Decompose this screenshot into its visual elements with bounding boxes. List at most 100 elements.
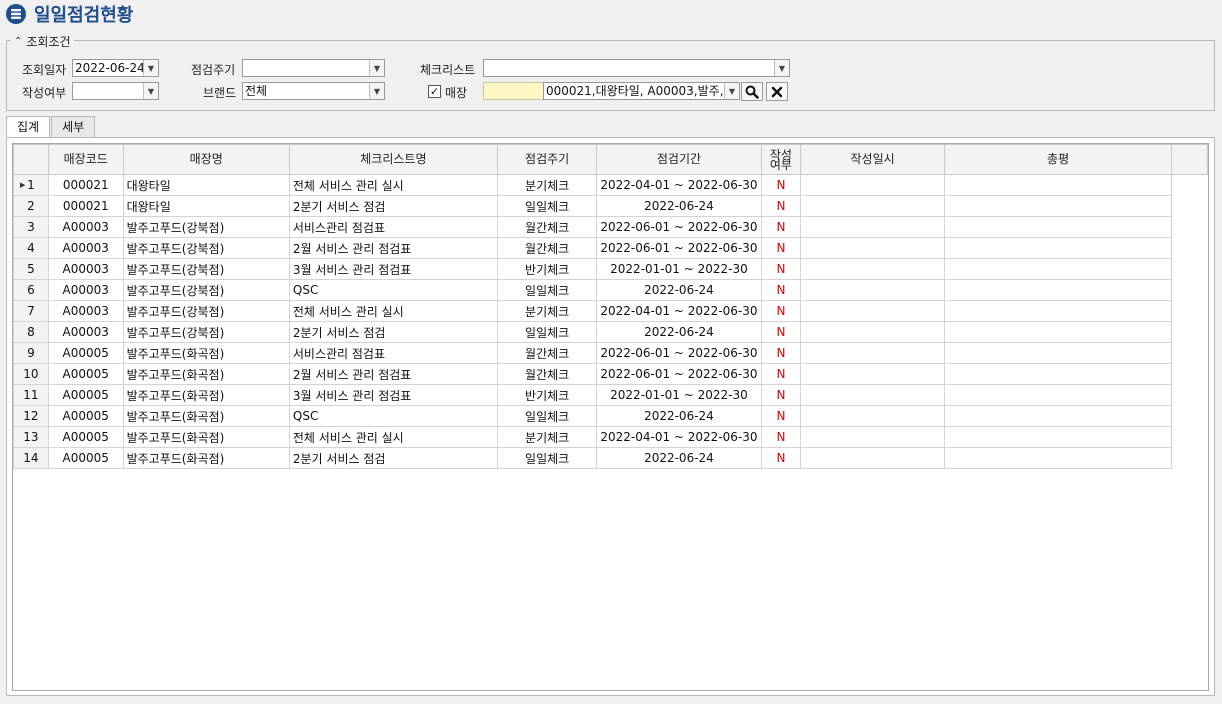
written-at-cell[interactable] (800, 426, 945, 448)
checklist-name-cell[interactable]: 전체 서비스 관리 실시 (288, 174, 498, 196)
cycle-cell[interactable]: 일일체크 (496, 195, 598, 217)
period-cell[interactable]: 2022-04-01 ~ 2022-06-30 (596, 426, 762, 448)
summary-grid[interactable]: 매장코드 매장명 체크리스트명 점검주기 점검기간 작성여부 작성일시 총평 ▶… (12, 143, 1209, 691)
written-at-cell[interactable] (800, 342, 945, 364)
checklist-name-cell[interactable]: 2분기 서비스 점검 (288, 321, 498, 343)
review-cell[interactable] (943, 447, 1173, 469)
store-code-cell[interactable]: 000021 (47, 195, 124, 217)
store-name-cell[interactable]: 발주고푸드(화곡점) (122, 405, 290, 427)
store-code-cell[interactable]: A00005 (47, 384, 124, 406)
store-checkbox[interactable]: ✓ (428, 85, 441, 98)
row-number-cell[interactable]: 10 (13, 363, 49, 385)
row-number-cell[interactable]: 11 (13, 384, 49, 406)
store-name-cell[interactable]: 발주고푸드(화곡점) (122, 426, 290, 448)
table-row[interactable]: 9 A00005 발주고푸드(화곡점) 서비스관리 점검표 월간체크 2022-06-01… (13, 342, 1208, 364)
period-cell[interactable]: 2022-06-01 ~ 2022-06-30 (596, 216, 762, 238)
written-at-cell[interactable] (800, 258, 945, 280)
table-row[interactable]: 8 A00003 발주고푸드(강북점) 2분기 서비스 점검 일일체크 2022-06-2… (13, 321, 1208, 343)
checklist-name-cell[interactable]: 3월 서비스 관리 점검표 (288, 258, 498, 280)
written-flag-cell[interactable]: N (760, 258, 802, 280)
chevron-down-icon[interactable]: ▼ (143, 60, 158, 76)
written-flag-cell[interactable]: N (760, 426, 802, 448)
chevron-down-icon[interactable]: ▼ (369, 60, 384, 76)
checklist-name-cell[interactable]: 전체 서비스 관리 실시 (288, 300, 498, 322)
tab-summary[interactable]: 집계 (6, 116, 51, 138)
checklist-name-cell[interactable]: 3월 서비스 관리 점검표 (288, 384, 498, 406)
store-name-cell[interactable]: 발주고푸드(화곡점) (122, 342, 290, 364)
review-cell[interactable] (943, 258, 1173, 280)
checklist-select[interactable]: ▼ (483, 59, 790, 77)
cycle-cell[interactable]: 반기체크 (496, 258, 598, 280)
written-at-cell[interactable] (800, 447, 945, 469)
table-row[interactable]: 5 A00003 발주고푸드(강북점) 3월 서비스 관리 점검표 반기체크 2022-0… (13, 258, 1208, 280)
store-code-input[interactable] (483, 82, 544, 100)
written-at-cell[interactable] (800, 279, 945, 301)
written-at-cell[interactable] (800, 384, 945, 406)
store-name-cell[interactable]: 발주고푸드(강북점) (122, 321, 290, 343)
period-cell[interactable]: 2022-04-01 ~ 2022-06-30 (596, 300, 762, 322)
store-code-cell[interactable]: A00003 (47, 237, 124, 259)
table-row[interactable]: 4 A00003 발주고푸드(강북점) 2월 서비스 관리 점검표 월간체크 2022-0… (13, 237, 1208, 259)
written-flag-cell[interactable]: N (760, 279, 802, 301)
period-cell[interactable]: 2022-06-24 (596, 405, 762, 427)
cycle-cell[interactable]: 분기체크 (496, 174, 598, 196)
col-header-store-code[interactable]: 매장코드 (47, 144, 124, 175)
written-flag-cell[interactable]: N (760, 342, 802, 364)
store-name-cell[interactable]: 발주고푸드(화곡점) (122, 363, 290, 385)
chevron-down-icon[interactable]: ▼ (774, 60, 789, 76)
col-header-written[interactable]: 작성여부 (760, 144, 802, 175)
checklist-name-cell[interactable]: 전체 서비스 관리 실시 (288, 426, 498, 448)
review-cell[interactable] (943, 426, 1173, 448)
chevron-down-icon[interactable]: ▼ (724, 83, 739, 99)
review-cell[interactable] (943, 174, 1173, 196)
period-cell[interactable]: 2022-06-24 (596, 321, 762, 343)
store-code-cell[interactable]: A00005 (47, 426, 124, 448)
review-cell[interactable] (943, 195, 1173, 217)
written-flag-cell[interactable]: N (760, 237, 802, 259)
cycle-cell[interactable]: 월간체크 (496, 216, 598, 238)
store-code-cell[interactable]: A00005 (47, 447, 124, 469)
review-cell[interactable] (943, 321, 1173, 343)
checklist-name-cell[interactable]: 서비스관리 점검표 (288, 216, 498, 238)
row-number-cell[interactable]: 13 (13, 426, 49, 448)
written-at-cell[interactable] (800, 300, 945, 322)
store-name-cell[interactable]: 발주고푸드(강북점) (122, 237, 290, 259)
store-code-cell[interactable]: A00005 (47, 363, 124, 385)
store-name-cell[interactable]: 발주고푸드(화곡점) (122, 384, 290, 406)
review-cell[interactable] (943, 384, 1173, 406)
cycle-cell[interactable]: 월간체크 (496, 342, 598, 364)
table-row[interactable]: 10 A00005 발주고푸드(화곡점) 2월 서비스 관리 점검표 월간체크 2022-… (13, 363, 1208, 385)
store-name-cell[interactable]: 발주고푸드(화곡점) (122, 447, 290, 469)
period-cell[interactable]: 2022-06-24 (596, 195, 762, 217)
table-row[interactable]: 3 A00003 발주고푸드(강북점) 서비스관리 점검표 월간체크 2022-06-01… (13, 216, 1208, 238)
written-at-cell[interactable] (800, 174, 945, 196)
table-row[interactable]: ▶ 1 000021 대왕타일 전체 서비스 관리 실시 분기체크 2022-04-01 ~… (13, 174, 1208, 196)
table-row[interactable]: 2 000021 대왕타일 2분기 서비스 점검 일일체크 2022-06-24 N (13, 195, 1208, 217)
written-flag-cell[interactable]: N (760, 384, 802, 406)
row-number-cell[interactable]: ▶ 1 (13, 174, 49, 196)
tab-detail[interactable]: 세부 (51, 116, 96, 137)
checklist-name-cell[interactable]: QSC (288, 405, 498, 427)
period-cell[interactable]: 2022-06-01 ~ 2022-06-30 (596, 342, 762, 364)
conditions-legend[interactable]: ⌃ 조회조건 (11, 33, 74, 50)
store-name-cell[interactable]: 대왕타일 (122, 195, 290, 217)
written-flag-cell[interactable]: N (760, 405, 802, 427)
chevron-up-icon[interactable]: ⌃ (14, 36, 22, 47)
store-code-cell[interactable]: A00003 (47, 216, 124, 238)
table-row[interactable]: 11 A00005 발주고푸드(화곡점) 3월 서비스 관리 점검표 반기체크 2022-… (13, 384, 1208, 406)
period-cell[interactable]: 2022-01-01 ~ 2022-30 (596, 384, 762, 406)
written-at-cell[interactable] (800, 405, 945, 427)
chevron-down-icon[interactable]: ▼ (369, 83, 384, 99)
row-number-cell[interactable]: 9 (13, 342, 49, 364)
row-number-cell[interactable]: 5 (13, 258, 49, 280)
store-code-cell[interactable]: A00003 (47, 258, 124, 280)
review-cell[interactable] (943, 342, 1173, 364)
store-code-cell[interactable]: A00003 (47, 279, 124, 301)
written-at-cell[interactable] (800, 195, 945, 217)
written-flag-cell[interactable]: N (760, 321, 802, 343)
review-cell[interactable] (943, 237, 1173, 259)
checklist-name-cell[interactable]: 서비스관리 점검표 (288, 342, 498, 364)
store-name-cell[interactable]: 발주고푸드(강북점) (122, 216, 290, 238)
row-number-cell[interactable]: 8 (13, 321, 49, 343)
store-name-cell[interactable]: 발주고푸드(강북점) (122, 300, 290, 322)
